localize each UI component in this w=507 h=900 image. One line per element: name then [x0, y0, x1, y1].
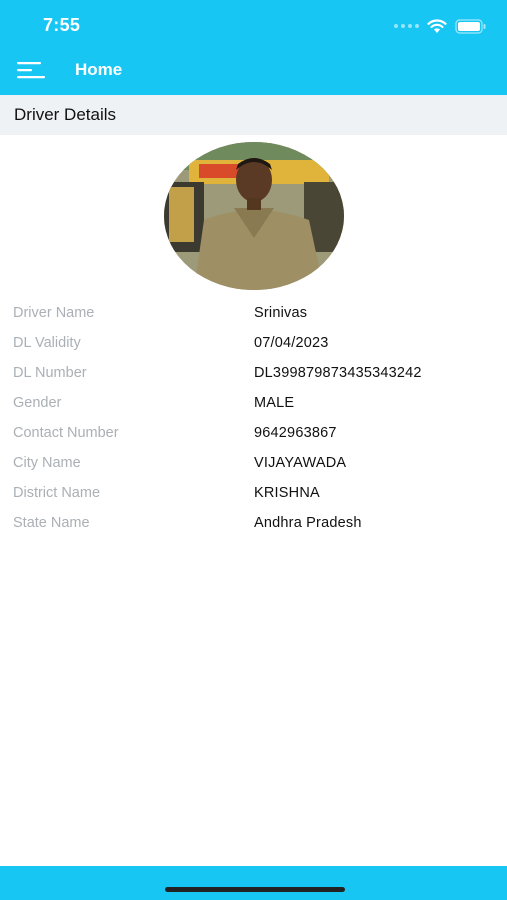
detail-label: Driver Name: [13, 305, 95, 321]
detail-label: District Name: [13, 485, 101, 501]
status-time: 7:55: [43, 15, 81, 35]
bottom-bar: [0, 866, 507, 900]
detail-label: City Name: [13, 455, 81, 471]
cellular-signal-icon: [394, 24, 419, 28]
detail-label: State Name: [13, 515, 90, 531]
hamburger-menu-icon[interactable]: [17, 59, 45, 81]
driver-photo: [164, 142, 344, 290]
detail-value: Srinivas: [254, 305, 308, 321]
detail-label: Gender: [13, 395, 62, 411]
detail-row-gender: Gender MALE: [0, 388, 507, 418]
detail-value: VIJAYAWADA: [254, 455, 347, 471]
section-title: Driver Details: [14, 105, 117, 124]
driver-photo-image: [164, 142, 344, 290]
app-header: 7:55 Home: [0, 0, 507, 95]
detail-value: Andhra Pradesh: [254, 515, 362, 531]
wifi-icon: [427, 19, 447, 33]
detail-value: 9642963867: [254, 425, 337, 441]
detail-label: DL Validity: [13, 335, 81, 351]
detail-row-district-name: District Name KRISHNA: [0, 478, 507, 508]
section-header: Driver Details: [0, 95, 507, 135]
status-icons: [394, 16, 487, 36]
home-indicator[interactable]: [165, 887, 345, 892]
driver-details-list: Driver Name Srinivas DL Validity 07/04/2…: [0, 298, 507, 538]
detail-row-driver-name: Driver Name Srinivas: [0, 298, 507, 328]
detail-row-dl-number: DL Number DL399879873435343242: [0, 358, 507, 388]
page-title: Home: [75, 60, 123, 79]
detail-row-state-name: State Name Andhra Pradesh: [0, 508, 507, 538]
driver-details-screen: 7:55 Home Driver Details Driver Name Sri…: [0, 0, 507, 900]
battery-icon: [455, 18, 486, 34]
detail-row-city-name: City Name VIJAYAWADA: [0, 448, 507, 478]
detail-value: KRISHNA: [254, 485, 320, 501]
detail-row-dl-validity: DL Validity 07/04/2023: [0, 328, 507, 358]
detail-value: 07/04/2023: [254, 335, 329, 351]
detail-label: Contact Number: [13, 425, 119, 441]
detail-label: DL Number: [13, 365, 87, 381]
detail-row-contact-number: Contact Number 9642963867: [0, 418, 507, 448]
detail-value: DL399879873435343242: [254, 365, 422, 381]
detail-value: MALE: [254, 395, 295, 411]
